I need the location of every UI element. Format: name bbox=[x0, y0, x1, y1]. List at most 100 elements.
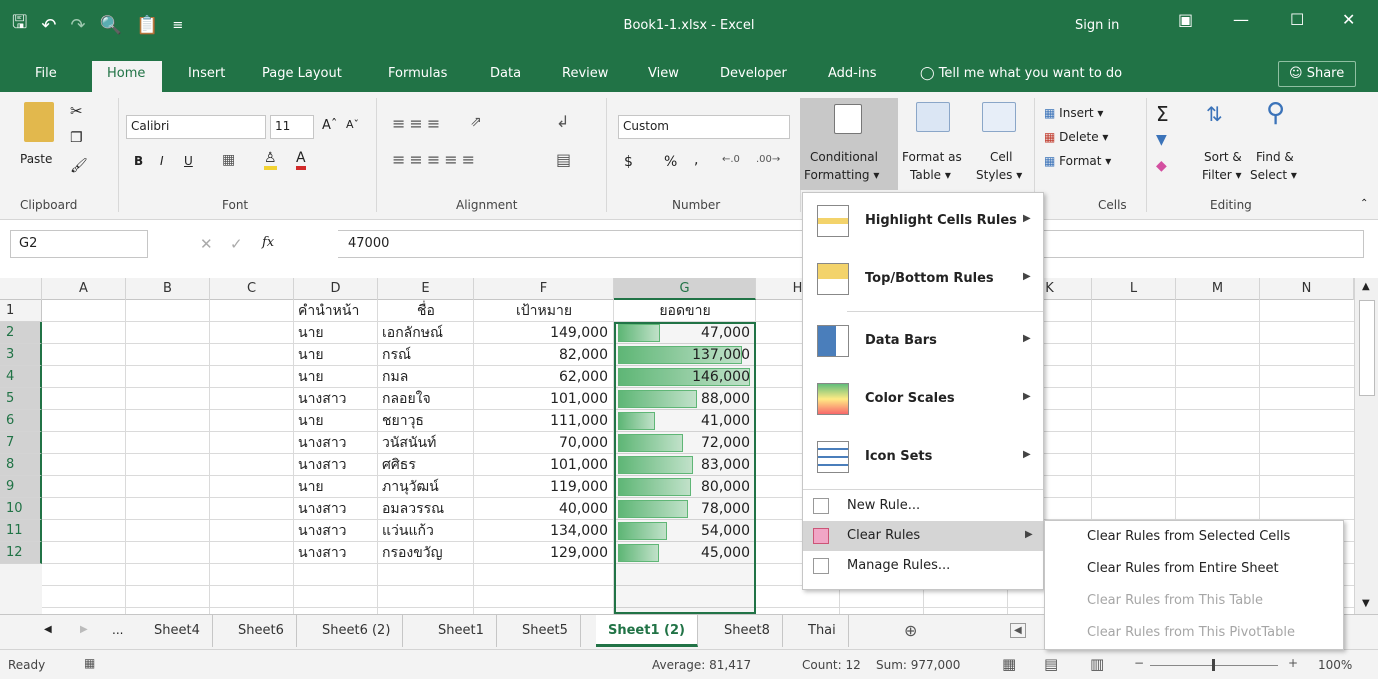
percent-button[interactable]: % bbox=[664, 154, 677, 170]
cell-sales[interactable]: 45,000 bbox=[614, 542, 756, 564]
fill-icon[interactable]: ▼ bbox=[1156, 132, 1167, 148]
insert-cells-button[interactable]: ▦ Insert ▾ bbox=[1044, 106, 1103, 120]
merge-center-icon[interactable]: ▤ bbox=[556, 150, 571, 169]
maximize-icon[interactable]: ☐ bbox=[1290, 10, 1304, 29]
sheet-tab-thai[interactable]: Thai bbox=[796, 615, 849, 647]
row-header[interactable]: 1 bbox=[0, 300, 42, 322]
row-header[interactable]: 5 bbox=[0, 388, 42, 410]
decrease-decimal-icon[interactable]: .00→ bbox=[756, 154, 780, 165]
find-select-icon[interactable]: ⚲ bbox=[1266, 98, 1285, 128]
currency-button[interactable]: $ bbox=[624, 154, 633, 170]
find-select-label-1[interactable]: Find & bbox=[1256, 150, 1294, 164]
tab-data[interactable]: Data bbox=[490, 66, 521, 81]
cell-target[interactable]: 149,000 bbox=[474, 322, 614, 344]
horizontal-align-icons[interactable]: ≡≡≡≡≡ bbox=[392, 150, 479, 169]
cell-sales[interactable]: 88,000 bbox=[614, 388, 756, 410]
zoom-in-icon[interactable]: + bbox=[1288, 656, 1298, 670]
menu-item-highlight-cells-rules[interactable]: Highlight Cells Rules ▶ bbox=[803, 193, 1043, 251]
menu-item-icon-sets[interactable]: Icon Sets ▶ bbox=[803, 429, 1043, 487]
tab-page-layout[interactable]: Page Layout bbox=[262, 66, 342, 81]
cell-target[interactable]: 134,000 bbox=[474, 520, 614, 542]
cell-sales[interactable]: 146,000 bbox=[614, 366, 756, 388]
copy-icon[interactable]: ❐ bbox=[70, 130, 83, 146]
menu-item-top-bottom-rules[interactable]: Top/Bottom Rules ▶ bbox=[803, 251, 1043, 309]
macro-record-icon[interactable]: ▦ bbox=[84, 656, 95, 670]
menu-item-color-scales[interactable]: Color Scales ▶ bbox=[803, 371, 1043, 429]
cell-name[interactable]: อมลวรรณ bbox=[378, 498, 474, 520]
cell-sales[interactable]: 83,000 bbox=[614, 454, 756, 476]
cell-name[interactable]: แว่นแก้ว bbox=[378, 520, 474, 542]
cell-styles-label-2[interactable]: Styles ▾ bbox=[976, 168, 1022, 182]
tab-formulas[interactable]: Formulas bbox=[388, 66, 447, 81]
scroll-thumb[interactable] bbox=[1359, 300, 1375, 396]
font-color-icon[interactable]: A bbox=[296, 150, 306, 170]
column-header-d[interactable]: D bbox=[294, 278, 378, 300]
status-sum[interactable]: Sum: 977,000 bbox=[876, 658, 960, 672]
cell-name[interactable]: ภานุวัฒน์ bbox=[378, 476, 474, 498]
cell-styles-icon[interactable] bbox=[982, 102, 1016, 132]
column-header-b[interactable]: B bbox=[126, 278, 210, 300]
select-all-corner[interactable] bbox=[0, 278, 42, 300]
comma-button[interactable]: , bbox=[694, 152, 698, 168]
format-cells-button[interactable]: ▦ Format ▾ bbox=[1044, 154, 1111, 168]
scroll-tabs-left-icon[interactable]: ◀ bbox=[44, 624, 52, 635]
cell-sales[interactable]: 137,000 bbox=[614, 344, 756, 366]
sort-filter-icon[interactable]: ⇅ bbox=[1206, 102, 1223, 126]
name-box[interactable]: G2 bbox=[10, 230, 148, 258]
column-header-f[interactable]: F bbox=[474, 278, 614, 300]
cell-sales[interactable]: 47,000 bbox=[614, 322, 756, 344]
orientation-icon[interactable]: ⇗ bbox=[470, 114, 482, 130]
sheet-tab-sheet1-2[interactable]: Sheet1 (2) bbox=[596, 615, 698, 647]
tab-add-ins[interactable]: Add-ins bbox=[828, 66, 876, 81]
menu-item-data-bars[interactable]: Data Bars ▶ bbox=[803, 313, 1043, 371]
clear-icon[interactable]: ◆ bbox=[1156, 158, 1167, 174]
column-header-a[interactable]: A bbox=[42, 278, 126, 300]
row-header[interactable]: 7 bbox=[0, 432, 42, 454]
page-break-view-icon[interactable]: ▥ bbox=[1090, 655, 1104, 673]
cell-target[interactable]: 82,000 bbox=[474, 344, 614, 366]
cancel-icon[interactable]: ✕ bbox=[200, 235, 213, 253]
sheet-tab-sheet4[interactable]: Sheet4 bbox=[142, 615, 213, 647]
zoom-out-icon[interactable]: − bbox=[1134, 656, 1144, 670]
conditional-formatting-button[interactable]: Conditional Formatting ▾ bbox=[800, 98, 898, 190]
cell-name[interactable]: กลอยใจ bbox=[378, 388, 474, 410]
cell-name[interactable]: กรณ์ bbox=[378, 344, 474, 366]
underline-button[interactable]: U bbox=[184, 154, 193, 168]
cell-prefix[interactable]: นางสาว bbox=[294, 432, 378, 454]
cut-icon[interactable]: ✂ bbox=[70, 102, 83, 120]
delete-cells-button[interactable]: ▦ Delete ▾ bbox=[1044, 130, 1108, 144]
format-as-table-label-1[interactable]: Format as bbox=[902, 150, 962, 164]
cell-sales[interactable]: 41,000 bbox=[614, 410, 756, 432]
header-cell-sales[interactable]: ยอดขาย bbox=[614, 300, 756, 322]
wrap-text-icon[interactable]: ↲ bbox=[556, 112, 569, 131]
sort-filter-label-1[interactable]: Sort & bbox=[1204, 150, 1242, 164]
tab-view[interactable]: View bbox=[648, 66, 679, 81]
row-header[interactable]: 11 bbox=[0, 520, 42, 542]
cell-name[interactable]: กมล bbox=[378, 366, 474, 388]
format-painter-icon[interactable]: 🖌 bbox=[70, 158, 88, 174]
cell-target[interactable]: 129,000 bbox=[474, 542, 614, 564]
sheet-tab-sheet1[interactable]: Sheet1 bbox=[426, 615, 497, 647]
cell-prefix[interactable]: นาย bbox=[294, 344, 378, 366]
header-cell-prefix[interactable]: คำนำหน้า bbox=[294, 300, 378, 322]
cell-target[interactable]: 62,000 bbox=[474, 366, 614, 388]
cell-name[interactable]: วนัสนันท์ bbox=[378, 432, 474, 454]
paste-button[interactable]: Paste bbox=[20, 152, 52, 166]
menu-item-new-rule[interactable]: New Rule... bbox=[803, 491, 1043, 521]
clear-rules-selected-cells[interactable]: Clear Rules from Selected Cells bbox=[1045, 521, 1343, 553]
row-header[interactable]: 8 bbox=[0, 454, 42, 476]
row-header[interactable]: 2 bbox=[0, 322, 42, 344]
number-format-select[interactable]: Custom bbox=[618, 115, 790, 139]
page-layout-view-icon[interactable]: ▤ bbox=[1044, 655, 1058, 673]
cell-sales[interactable]: 72,000 bbox=[614, 432, 756, 454]
scroll-up-icon[interactable]: ▲ bbox=[1362, 281, 1370, 292]
menu-item-clear-rules[interactable]: Clear Rules ▶ bbox=[803, 521, 1043, 551]
sheet-tab-sheet5[interactable]: Sheet5 bbox=[510, 615, 581, 647]
sheet-tab-sheet6[interactable]: Sheet6 bbox=[226, 615, 297, 647]
zoom-level[interactable]: 100% bbox=[1318, 658, 1352, 672]
more-sheets-button[interactable]: ... bbox=[112, 623, 123, 637]
cell-target[interactable]: 119,000 bbox=[474, 476, 614, 498]
ribbon-display-options-icon[interactable]: ▣ bbox=[1178, 10, 1193, 29]
insert-function-button[interactable]: fx bbox=[262, 235, 274, 250]
scroll-down-icon[interactable]: ▼ bbox=[1362, 598, 1370, 609]
